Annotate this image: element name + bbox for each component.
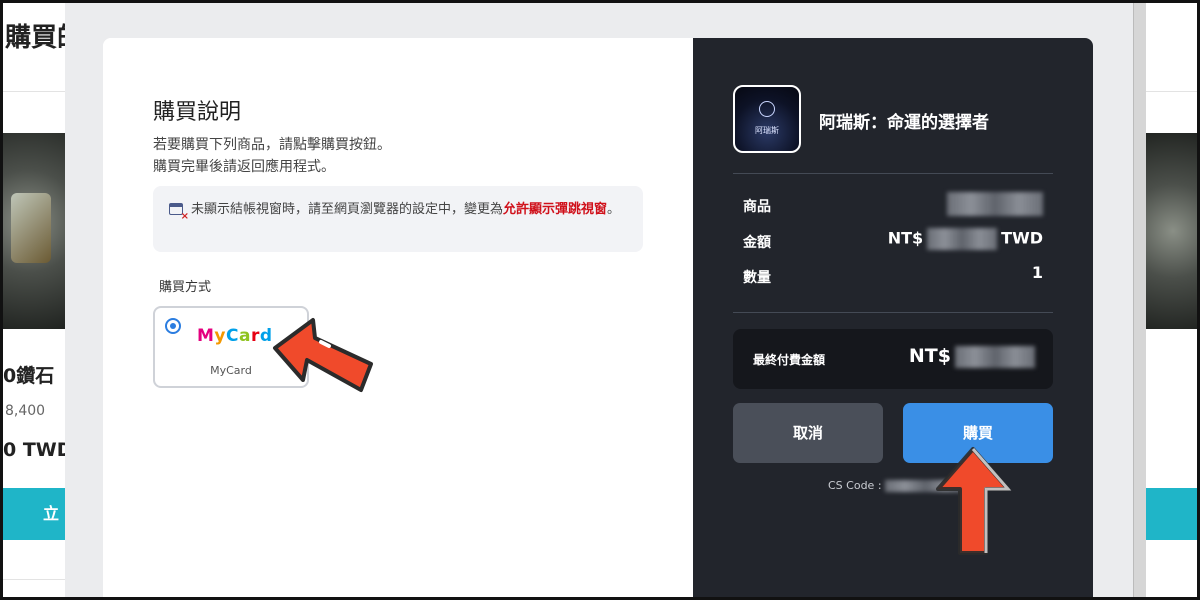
- amount-prefix: NT$: [887, 228, 924, 248]
- background-buy-button-right[interactable]: [1137, 488, 1197, 540]
- red-arrow-annotation: [936, 447, 1012, 555]
- cs-code-label: CS Code :: [828, 479, 882, 492]
- logo-letter: a: [239, 326, 251, 346]
- popup-notice: 未顯示結帳視窗時，請至網頁瀏覽器的設定中，變更為允許顯示彈跳視窗。: [153, 186, 643, 252]
- logo-letter: M: [197, 326, 215, 346]
- instructions-title: 購買說明: [153, 100, 242, 125]
- red-arrow-annotation: [273, 318, 373, 392]
- background-product-image-right: [1137, 133, 1197, 329]
- radio-selected-icon[interactable]: [165, 318, 181, 334]
- final-amount-label: 最終付費金額: [753, 353, 826, 367]
- game-icon: 阿瑞斯: [733, 85, 801, 153]
- popup-notice-text: 未顯示結帳視窗時，請至網頁瀏覽器的設定中，變更為允許顯示彈跳視窗。: [191, 200, 637, 220]
- background-product-image: [3, 133, 65, 329]
- scrollbar[interactable]: [1133, 3, 1146, 597]
- purchase-instructions-panel: 購買說明 若要購買下列商品，請點擊購買按鈕。 購買完畢後請返回應用程式。 未顯示…: [103, 38, 693, 597]
- notice-text-main: 未顯示結帳視窗時，請至網頁瀏覽器的設定中，變更為: [191, 202, 504, 217]
- game-name: 阿瑞斯：命運的選擇者: [819, 113, 989, 133]
- background-item-original-price: 8,400: [5, 403, 46, 419]
- product-label: 商品: [743, 199, 771, 215]
- popup-blocked-icon: [169, 203, 189, 222]
- emblem-icon: [759, 101, 775, 117]
- instructions-line-2: 購買完畢後請返回應用程式。: [153, 159, 335, 175]
- product-value: [947, 192, 1043, 216]
- instructions-line-1: 若要購買下列商品，請點擊購買按鈕。: [153, 137, 391, 153]
- final-amount-value: NT$: [909, 345, 1035, 368]
- game-icon-text: 阿瑞斯: [755, 126, 779, 135]
- background-item-price: 0 TWD: [3, 439, 73, 461]
- summary-divider: [733, 312, 1053, 313]
- order-summary-panel: 阿瑞斯 阿瑞斯：命運的選擇者 商品 金額 NT$ TWD 數量 1 最終付費金額 …: [693, 38, 1093, 597]
- quantity-label: 數量: [743, 270, 771, 286]
- payment-method-label: 購買方式: [159, 280, 212, 295]
- final-amount-box: 最終付費金額 NT$: [733, 329, 1053, 389]
- amount-currency: TWD: [1001, 228, 1043, 248]
- amount-label: 金額: [743, 235, 771, 251]
- mycard-logo: MyCard: [197, 326, 273, 346]
- background-divider: [3, 579, 65, 580]
- logo-letter: C: [226, 326, 239, 346]
- background-item-name: 0鑽石: [3, 365, 55, 387]
- logo-letter: r: [250, 326, 260, 346]
- screenshot-frame: 購買的 0鑽石 8,400 0 TWD 立 購買說明 若要購買下列商品，請點擊購…: [0, 0, 1200, 600]
- amount-value: NT$ TWD: [888, 228, 1043, 250]
- quantity-value: 1: [1031, 263, 1043, 282]
- summary-divider: [733, 173, 1053, 174]
- redacted-value: [927, 228, 998, 250]
- notice-highlight: 允許顯示彈跳視窗: [503, 202, 608, 217]
- notice-text-end: 。: [607, 202, 621, 217]
- background-divider: [3, 91, 65, 92]
- logo-letter: y: [214, 326, 227, 346]
- final-prefix: NT$: [908, 345, 951, 367]
- background-buy-button[interactable]: 立: [3, 488, 65, 540]
- background-divider-right: [1137, 91, 1197, 92]
- redacted-value: [955, 345, 1035, 368]
- cancel-button[interactable]: 取消: [733, 403, 883, 463]
- redacted-value: [947, 192, 1043, 216]
